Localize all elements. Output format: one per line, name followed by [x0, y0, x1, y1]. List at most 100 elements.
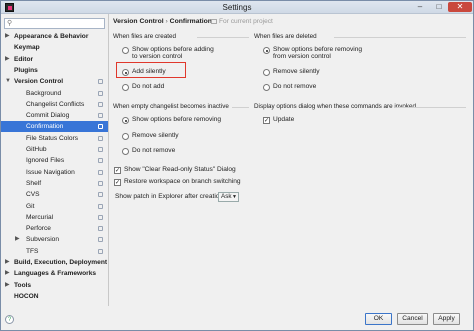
sidebar-item-label: Ignored Files: [26, 157, 65, 165]
sidebar-item-cvs[interactable]: CVS: [1, 189, 108, 200]
project-scope-label: For current project: [211, 18, 273, 25]
sidebar-item-appearance-behavior[interactable]: ▶ Appearance & Behavior: [1, 31, 108, 42]
project-level-icon: [98, 124, 103, 130]
collapsed-arrow-icon[interactable]: ▶: [5, 268, 10, 279]
radio-do-not-remove-changelist[interactable]: [122, 148, 129, 155]
collapsed-arrow-icon[interactable]: ▶: [5, 54, 10, 65]
sidebar-item-keymap[interactable]: Keymap: [1, 42, 108, 53]
sidebar-item-label: Changelist Conflicts: [26, 100, 85, 108]
project-level-icon: [98, 113, 103, 119]
sidebar-item-label: Languages & Frameworks: [14, 270, 97, 278]
project-level-icon: [98, 169, 103, 175]
collapsed-arrow-icon[interactable]: ▶: [5, 31, 10, 42]
show-options-adding-label-line2: to version control: [132, 53, 183, 60]
sidebar-item-label: Commit Dialog: [26, 112, 70, 120]
project-level-icon: [98, 135, 103, 141]
minimize-button[interactable]: –: [410, 2, 430, 12]
sidebar-item-mercurial[interactable]: Mercurial: [1, 212, 108, 223]
show-options-changelist-label: Show options before removing: [132, 116, 222, 123]
sidebar-item-issue-navigation[interactable]: Issue Navigation: [1, 167, 108, 178]
close-button[interactable]: ✕: [448, 2, 472, 12]
empty-changelist-title: When empty changelist becomes inactive: [113, 103, 229, 110]
sidebar-item-label: HOCON: [14, 292, 39, 300]
radio-show-options-changelist[interactable]: [122, 117, 129, 124]
update-checkbox[interactable]: ✓: [263, 117, 270, 124]
window-title: Settings: [222, 3, 252, 12]
project-level-icon: [98, 237, 103, 243]
sidebar-item-plugins[interactable]: Plugins: [1, 65, 108, 76]
collapsed-arrow-icon[interactable]: ▶: [15, 234, 20, 245]
project-icon: [211, 18, 217, 24]
sidebar-item-changelist-conflicts[interactable]: Changelist Conflicts: [1, 99, 108, 110]
sidebar-item-ignored-files[interactable]: Ignored Files: [1, 155, 108, 166]
cancel-button[interactable]: Cancel: [397, 313, 428, 325]
update-label: Update: [273, 116, 295, 123]
sidebar-item-version-control[interactable]: ▼ Version Control: [1, 76, 108, 87]
sidebar-item-commit-dialog[interactable]: Commit Dialog: [1, 110, 108, 121]
radio-add-silently[interactable]: [122, 69, 129, 76]
sidebar-item-label: Keymap: [14, 44, 40, 52]
sidebar-item-label: Appearance & Behavior: [14, 33, 89, 40]
sidebar-item-label: Mercurial: [26, 213, 54, 221]
files-created-divider: [197, 37, 249, 38]
sidebar-item-label: Issue Navigation: [26, 168, 75, 176]
sidebar-item-file-status-colors[interactable]: File Status Colors: [1, 133, 108, 144]
remove-silently-changelist-label: Remove silently: [132, 132, 179, 139]
radio-do-not-remove-files[interactable]: [263, 84, 270, 91]
display-options-divider: [395, 107, 466, 108]
sidebar-item-perforce[interactable]: Perforce: [1, 223, 108, 234]
sidebar-item-shelf[interactable]: Shelf: [1, 178, 108, 189]
sidebar-item-label: Subversion: [26, 236, 59, 244]
project-level-icon: [98, 147, 103, 152]
project-level-icon: [98, 203, 103, 209]
apply-button[interactable]: Apply: [433, 313, 460, 325]
empty-changelist-divider: [232, 107, 249, 108]
collapsed-arrow-icon[interactable]: ▶: [5, 257, 10, 268]
sidebar-item-label: Plugins: [14, 66, 38, 74]
sidebar-item-github[interactable]: GitHub: [1, 144, 108, 155]
expanded-arrow-icon[interactable]: ▼: [5, 76, 11, 87]
sidebar-item-label: Git: [26, 202, 35, 210]
project-level-icon: [98, 79, 103, 85]
add-silently-label: Add silently: [132, 68, 166, 75]
breadcrumb-current: Confirmation: [169, 18, 212, 25]
files-deleted-title: When files are deleted: [254, 33, 317, 40]
project-level-icon: [98, 180, 103, 186]
sidebar-item-background[interactable]: Background: [1, 88, 108, 99]
radio-remove-silently-changelist[interactable]: [122, 133, 129, 140]
project-scope-text: For current project: [219, 18, 273, 25]
do-not-remove-changelist-label: Do not remove: [132, 147, 176, 154]
sidebar-item-label: Version Control: [14, 78, 64, 86]
sidebar-item-label: File Status Colors: [26, 134, 79, 142]
sidebar-item-editor[interactable]: ▶ Editor: [1, 54, 108, 65]
title-bar[interactable]: Settings – □ ✕: [1, 1, 473, 14]
maximize-button[interactable]: □: [429, 2, 449, 12]
remove-silently-files-label: Remove silently: [273, 68, 320, 75]
sidebar-item-tools[interactable]: ▶ Tools: [1, 280, 108, 291]
help-button[interactable]: ?: [5, 315, 14, 324]
restore-workspace-checkbox[interactable]: ✓: [114, 179, 121, 186]
radio-do-not-add[interactable]: [122, 84, 129, 91]
sidebar-item-git[interactable]: Git: [1, 201, 108, 212]
restore-workspace-label: Restore workspace on branch switching: [124, 178, 241, 185]
sidebar-item-subversion[interactable]: ▶ Subversion: [1, 234, 108, 245]
collapsed-arrow-icon[interactable]: ▶: [5, 280, 10, 291]
sidebar-item-hocon[interactable]: HOCON: [1, 291, 108, 302]
settings-sidebar: ▶ Appearance & Behavior Keymap ▶ Editor Plugi…: [1, 31, 108, 303]
radio-show-options-before-adding[interactable]: [122, 47, 129, 54]
radio-show-options-before-removing-files[interactable]: [263, 47, 270, 54]
sidebar-item-build-execution-deployment[interactable]: ▶ Build, Execution, Deployment: [1, 257, 108, 268]
sidebar-item-confirmation[interactable]: Confirmation: [1, 121, 108, 133]
clear-readonly-checkbox[interactable]: ✓: [114, 167, 121, 174]
breadcrumb-parent: Version Control: [113, 18, 164, 25]
show-patch-select[interactable]: Ask ▼: [218, 192, 239, 202]
splitter-handle[interactable]: [108, 14, 109, 306]
project-level-icon: [98, 192, 103, 198]
search-input[interactable]: ⚲: [4, 18, 105, 29]
radio-remove-silently-files[interactable]: [263, 69, 270, 76]
show-options-removing-label-line2: from version control: [273, 53, 331, 60]
ok-button[interactable]: OK: [365, 313, 392, 325]
sidebar-item-languages-frameworks[interactable]: ▶ Languages & Frameworks: [1, 268, 108, 279]
sidebar-item-tfs[interactable]: TFS: [1, 246, 108, 257]
sidebar-item-label: Perforce: [26, 225, 51, 233]
